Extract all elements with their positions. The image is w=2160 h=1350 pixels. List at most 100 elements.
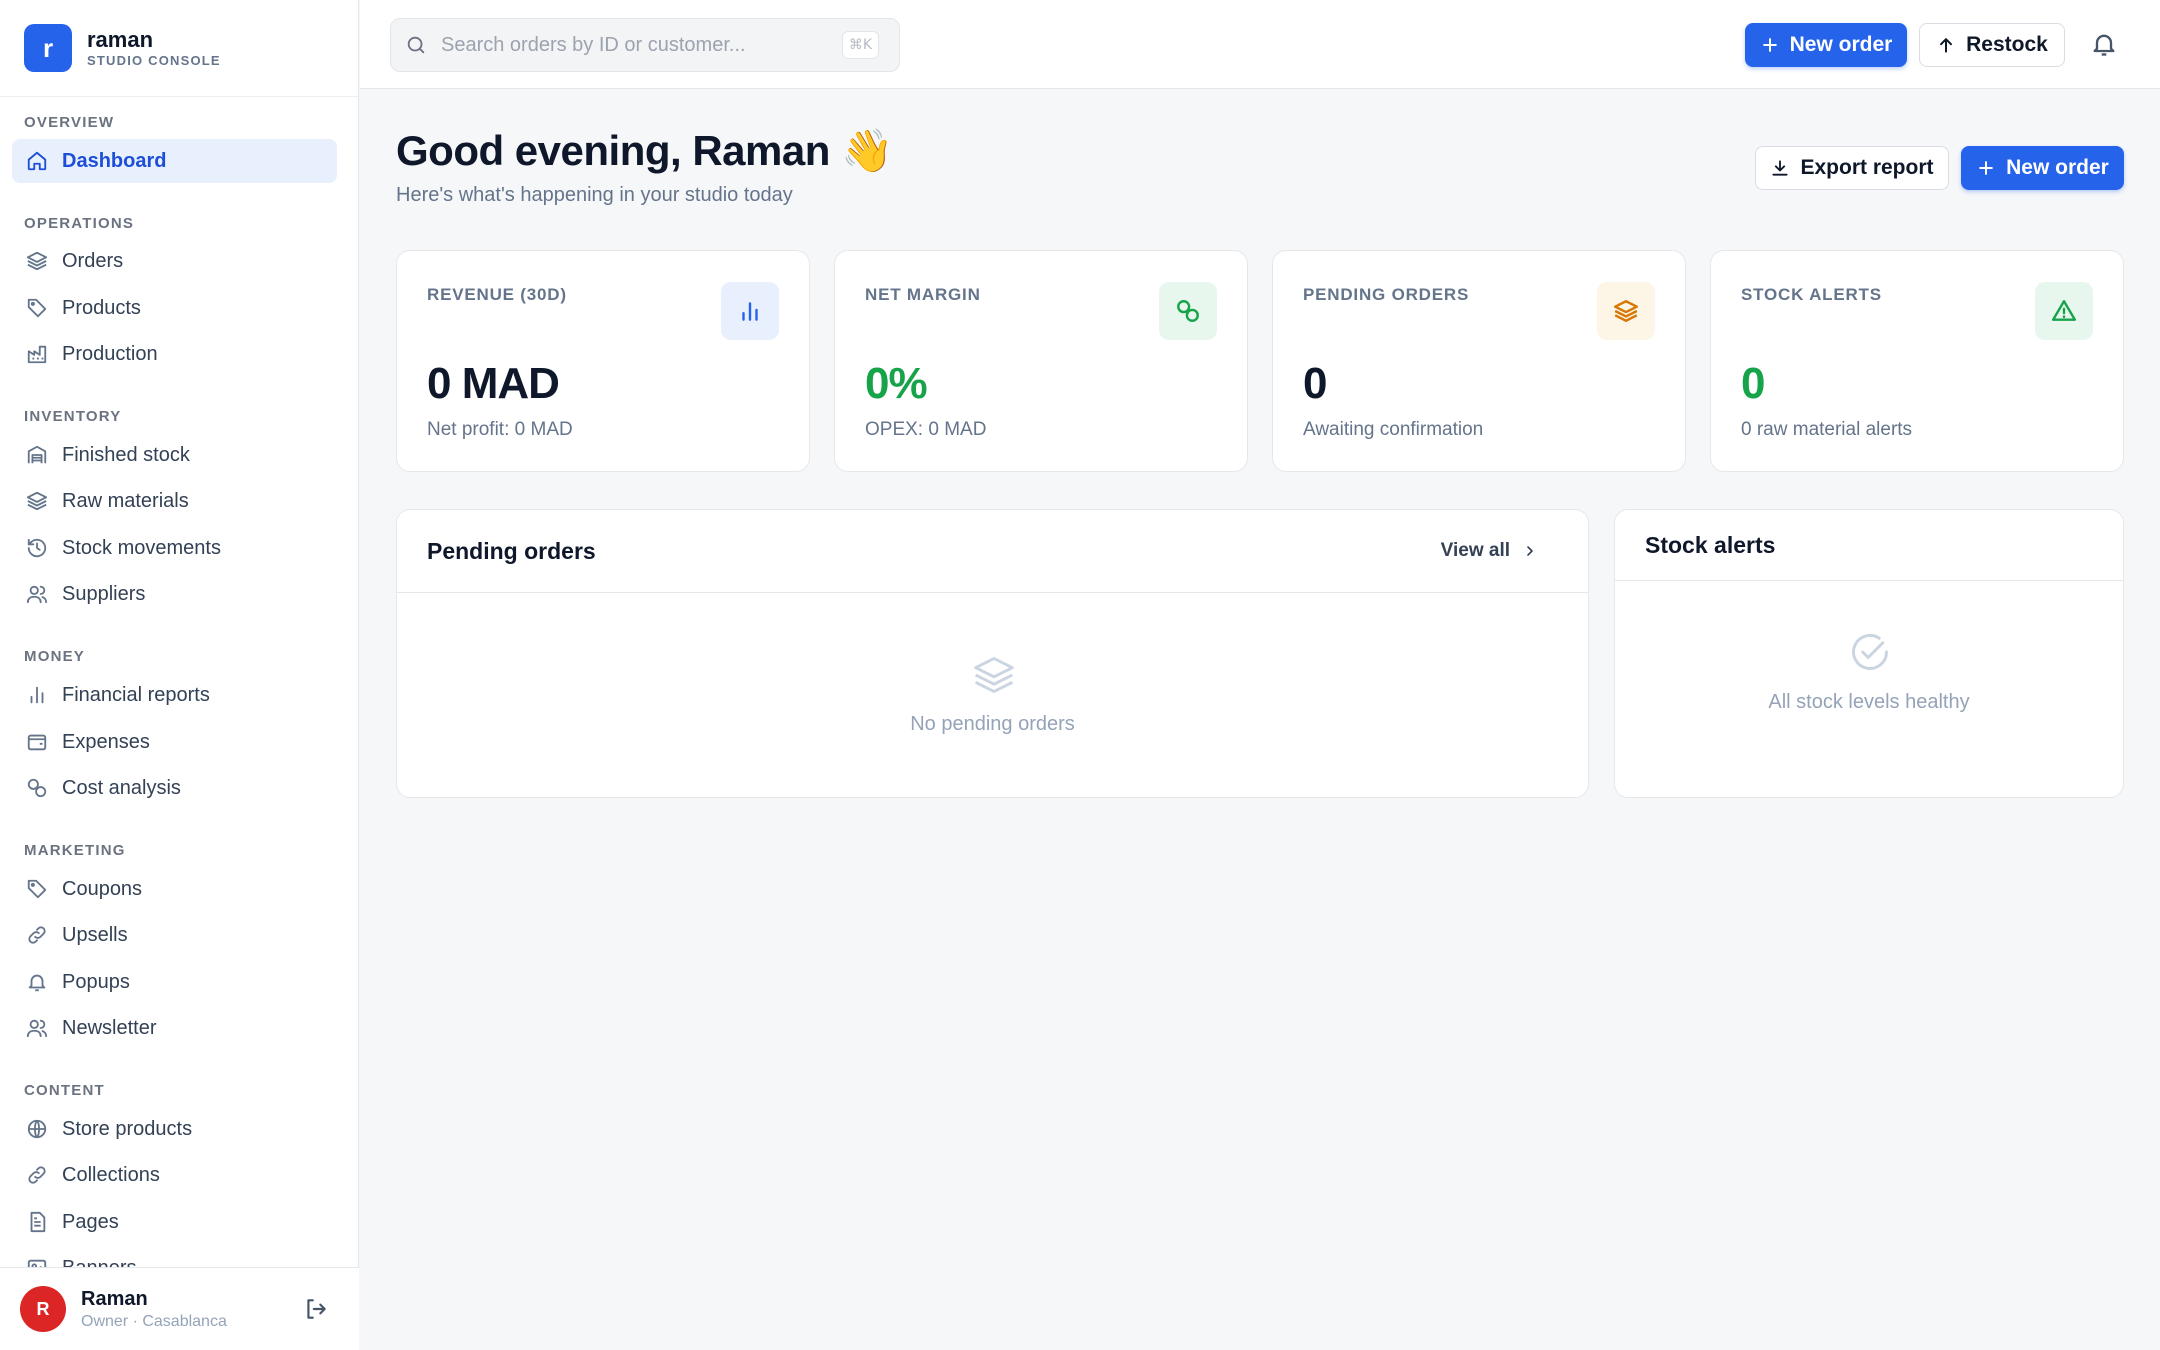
layers-icon bbox=[26, 251, 48, 271]
panel-title: Stock alerts bbox=[1645, 532, 1776, 558]
layers-icon bbox=[974, 657, 1014, 693]
search-box[interactable]: ⌘K bbox=[390, 18, 900, 72]
sidebar-item-label: Collections bbox=[62, 1163, 160, 1186]
sidebar-item-cost-analysis[interactable]: Cost analysis bbox=[12, 766, 337, 810]
tag-icon bbox=[27, 298, 47, 318]
wallet-icon bbox=[27, 734, 47, 751]
plus-icon bbox=[1762, 38, 1777, 52]
stat-icon-box bbox=[1597, 282, 1655, 340]
header-new-order-button[interactable]: New order bbox=[1961, 146, 2124, 190]
brand[interactable]: r raman STUDIO CONSOLE bbox=[0, 0, 358, 97]
sidebar-item-label: Cost analysis bbox=[62, 776, 181, 799]
sidebar-item-label: Expenses bbox=[62, 730, 150, 753]
sidebar-item-label: Upsells bbox=[62, 923, 128, 946]
stat-label: REVENUE (30D) bbox=[427, 285, 567, 304]
sidebar-item-label: Finished stock bbox=[62, 443, 190, 466]
brand-subtitle: STUDIO CONSOLE bbox=[87, 53, 221, 68]
sidebar-item-label: Raw materials bbox=[62, 489, 189, 512]
view-all-link[interactable]: View all bbox=[1441, 540, 1538, 562]
restock-button[interactable]: Restock bbox=[1919, 23, 2065, 67]
sidebar-item-products[interactable]: Products bbox=[12, 286, 337, 330]
search-icon bbox=[407, 36, 425, 54]
section-content: CONTENT bbox=[24, 1082, 105, 1099]
arrow-up-icon bbox=[1940, 38, 1953, 53]
chevron-right-icon bbox=[1527, 546, 1533, 556]
sidebar-item-label: Coupons bbox=[62, 877, 143, 900]
sidebar-item-financial-reports[interactable]: Financial reports bbox=[12, 673, 337, 717]
page-subtitle: Here's what's happening in your studio t… bbox=[396, 184, 793, 206]
coins-icon bbox=[27, 778, 47, 798]
stat-card-pending-orders[interactable]: PENDING ORDERS 0 Awaiting confirmation bbox=[1272, 250, 1686, 472]
sidebar-item-production[interactable]: Production bbox=[12, 332, 337, 376]
sidebar-item-label: Pages bbox=[62, 1210, 119, 1233]
user-footer[interactable]: R Raman Owner · Casablanca bbox=[0, 1267, 359, 1350]
stat-value: 0 bbox=[1303, 359, 1328, 408]
export-report-button[interactable]: Export report bbox=[1755, 146, 1949, 190]
sidebar-item-label: Newsletter bbox=[62, 1016, 157, 1039]
stat-label: PENDING ORDERS bbox=[1303, 285, 1470, 304]
notifications-bell-icon[interactable] bbox=[2090, 30, 2118, 58]
sidebar-item-label: Orders bbox=[62, 249, 124, 272]
sidebar-item-banners[interactable]: Banners bbox=[12, 1246, 337, 1267]
stat-card-net-margin[interactable]: NET MARGIN 0% OPEX: 0 MAD bbox=[834, 250, 1248, 472]
section-marketing: MARKETING bbox=[24, 842, 126, 859]
topbar-new-order-button[interactable]: New order bbox=[1745, 23, 1907, 67]
tag-icon bbox=[27, 879, 47, 899]
sidebar-item-collections[interactable]: Collections bbox=[12, 1153, 337, 1197]
panel-header: Pending orders View all bbox=[397, 510, 1588, 593]
pending-orders-panel: Pending orders View all No pending order… bbox=[396, 509, 1589, 798]
sidebar-item-label: Banners bbox=[62, 1257, 137, 1268]
bar-chart-icon bbox=[742, 302, 758, 321]
image-icon bbox=[27, 1259, 47, 1267]
sidebar-item-orders[interactable]: Orders bbox=[12, 239, 337, 283]
sidebar-item-expenses[interactable]: Expenses bbox=[12, 720, 337, 764]
sidebar-item-newsletter[interactable]: Newsletter bbox=[12, 1006, 337, 1050]
panel-header: Stock alerts bbox=[1615, 510, 2123, 581]
stat-hint: 0 raw material alerts bbox=[1741, 419, 1913, 440]
sidebar-item-raw-materials[interactable]: Raw materials bbox=[12, 479, 337, 523]
brand-name: raman bbox=[87, 27, 154, 52]
sidebar-item-coupons[interactable]: Coupons bbox=[12, 867, 337, 911]
stat-card-stock-alerts[interactable]: STOCK ALERTS 0 0 raw material alerts bbox=[1710, 250, 2124, 472]
empty-state-text: No pending orders bbox=[910, 713, 1075, 735]
sidebar-item-upsells[interactable]: Upsells bbox=[12, 913, 337, 957]
file-icon bbox=[30, 1211, 46, 1233]
section-operations: OPERATIONS bbox=[24, 215, 135, 232]
empty-state-text: All stock levels healthy bbox=[1768, 691, 1970, 713]
download-icon bbox=[1772, 160, 1789, 176]
search-input[interactable] bbox=[441, 33, 821, 57]
stat-hint: Awaiting confirmation bbox=[1303, 419, 1484, 440]
sidebar-item-label: Store products bbox=[62, 1117, 193, 1140]
bell-icon bbox=[28, 974, 46, 992]
alert-triangle-icon bbox=[2051, 300, 2077, 321]
sidebar-item-popups[interactable]: Popups bbox=[12, 960, 337, 1004]
globe-icon bbox=[27, 1119, 47, 1139]
stat-hint: Net profit: 0 MAD bbox=[427, 419, 573, 440]
view-all-label: View all bbox=[1440, 540, 1510, 561]
sidebar-item-stock-movements[interactable]: Stock movements bbox=[12, 526, 337, 570]
layers-icon bbox=[26, 491, 48, 511]
warehouse-icon bbox=[27, 445, 47, 464]
sidebar-item-label: Production bbox=[62, 342, 158, 365]
avatar: R bbox=[20, 1286, 66, 1332]
logout-icon[interactable] bbox=[303, 1296, 329, 1322]
sidebar-item-suppliers[interactable]: Suppliers bbox=[12, 572, 337, 616]
topbar: ⌘K New order Restock bbox=[360, 0, 2160, 89]
page-title: Good evening, Raman 👋 bbox=[396, 127, 893, 174]
sidebar-item-finished-stock[interactable]: Finished stock bbox=[12, 433, 337, 477]
button-label: Export report bbox=[1800, 156, 1934, 179]
bar-chart-icon bbox=[30, 686, 44, 704]
sidebar-item-label: Suppliers bbox=[62, 582, 146, 605]
link-icon bbox=[28, 926, 46, 944]
stock-alerts-panel: Stock alerts All stock levels healthy bbox=[1614, 509, 2124, 798]
stat-card-revenue[interactable]: REVENUE (30D) 0 MAD Net profit: 0 MAD bbox=[396, 250, 810, 472]
button-label: New order bbox=[2006, 156, 2109, 179]
link-icon bbox=[28, 1166, 46, 1184]
sidebar-item-label: Products bbox=[62, 296, 141, 319]
sidebar-item-store-products[interactable]: Store products bbox=[12, 1107, 337, 1151]
button-label: New order bbox=[1789, 33, 1893, 56]
sidebar-item-dashboard[interactable]: Dashboard bbox=[12, 139, 337, 183]
sidebar-item-pages[interactable]: Pages bbox=[12, 1200, 337, 1244]
sidebar: r raman STUDIO CONSOLE OVERVIEW Dashboar… bbox=[0, 0, 359, 1350]
plus-icon bbox=[1979, 161, 1993, 175]
